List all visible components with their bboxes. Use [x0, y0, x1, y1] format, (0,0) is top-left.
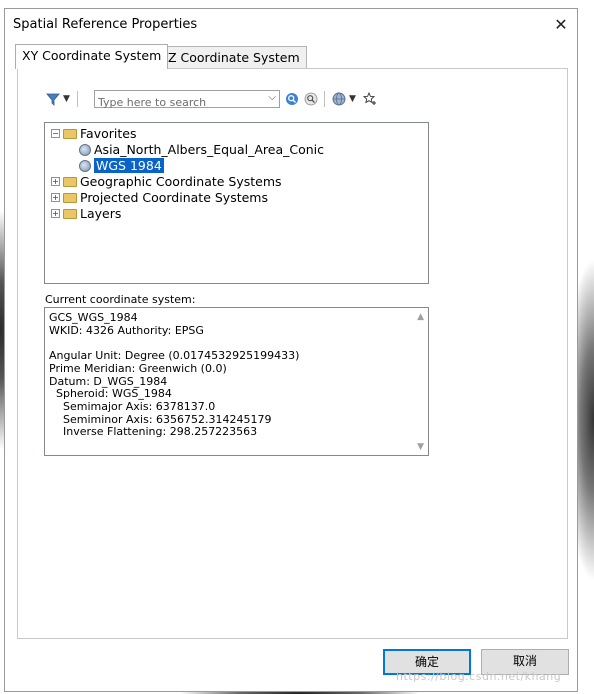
- collapse-icon[interactable]: −: [51, 129, 60, 138]
- folder-icon: [63, 192, 77, 203]
- tree-node-label: Projected Coordinate Systems: [80, 190, 268, 205]
- tree-node-label: WGS 1984: [94, 158, 164, 173]
- coordinate-system-tree[interactable]: − Favorites Asia_North_Albers_Equal_Area_…: [44, 122, 429, 284]
- tree-node-label: Layers: [80, 206, 122, 221]
- filter-dropdown-icon[interactable]: ▼: [63, 94, 70, 104]
- tab-z-coordinate-system[interactable]: Z Coordinate System: [161, 46, 307, 68]
- scroll-up-icon[interactable]: ▲: [417, 312, 424, 322]
- expand-icon[interactable]: +: [51, 177, 60, 186]
- tree-node-favorites[interactable]: − Favorites: [51, 126, 136, 142]
- expand-icon[interactable]: +: [51, 209, 60, 218]
- spatial-reference-dialog: Spatial Reference Properties ✕ XY Coordi…: [4, 8, 578, 692]
- tree-node-favorite-item-selected[interactable]: WGS 1984: [79, 158, 164, 174]
- tab-xy-coordinate-system[interactable]: XY Coordinate System: [15, 44, 169, 69]
- search-input[interactable]: [95, 94, 265, 111]
- search-icon[interactable]: [285, 92, 299, 109]
- watermark: https://blog.csdn.net/khang: [396, 670, 562, 683]
- tree-node-label: Asia_North_Albers_Equal_Area_Conic: [94, 142, 325, 157]
- current-coordinate-system-label: Current coordinate system:: [45, 293, 196, 306]
- toolbar-separator: [324, 91, 325, 107]
- details-text: GCS_WGS_1984 WKID: 4326 Authority: EPSG …: [49, 311, 300, 439]
- toolbar: ▼ ⌵ ▼: [33, 89, 413, 111]
- globe-icon: [79, 143, 91, 156]
- folder-icon: [63, 208, 77, 219]
- tree-node-favorite-item[interactable]: Asia_North_Albers_Equal_Area_Conic: [79, 142, 324, 158]
- chevron-down-icon[interactable]: ⌵: [268, 92, 276, 103]
- globe-icon[interactable]: [332, 92, 346, 109]
- window-title: Spatial Reference Properties: [13, 17, 198, 32]
- tree-node-label: Geographic Coordinate Systems: [80, 174, 282, 189]
- globe-icon: [79, 159, 91, 172]
- clear-search-icon[interactable]: [304, 92, 318, 109]
- tree-node-label: Favorites: [80, 126, 137, 141]
- toolbar-separator: [77, 91, 78, 107]
- folder-icon: [63, 176, 77, 187]
- coordinate-system-details[interactable]: GCS_WGS_1984 WKID: 4326 Authority: EPSG …: [44, 307, 429, 456]
- title-bar[interactable]: Spatial Reference Properties ✕: [5, 9, 577, 39]
- tree-node-projected[interactable]: + Projected Coordinate Systems: [51, 190, 268, 206]
- close-button[interactable]: ✕: [551, 15, 571, 35]
- folder-open-icon: [63, 128, 77, 139]
- add-favorite-icon[interactable]: [362, 91, 377, 109]
- tree-node-layers[interactable]: + Layers: [51, 206, 121, 222]
- globe-dropdown-icon[interactable]: ▼: [349, 94, 356, 104]
- expand-icon[interactable]: +: [51, 193, 60, 202]
- search-field[interactable]: ⌵: [94, 90, 280, 111]
- tree-node-geographic[interactable]: + Geographic Coordinate Systems: [51, 174, 282, 190]
- filter-icon[interactable]: [46, 92, 60, 109]
- scroll-down-icon[interactable]: ▼: [417, 442, 424, 452]
